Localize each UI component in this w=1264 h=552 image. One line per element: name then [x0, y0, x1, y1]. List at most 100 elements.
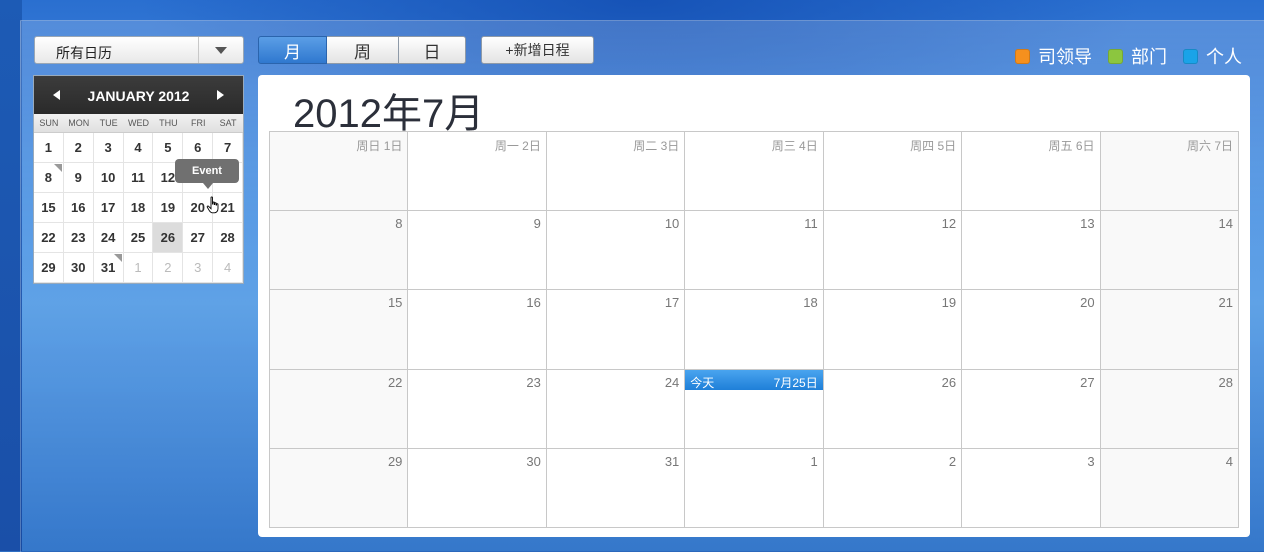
mini-calendar-day[interactable]: 2 — [63, 133, 94, 163]
month-day-cell[interactable]: 15 — [270, 290, 409, 370]
month-day-cell[interactable]: 19 — [823, 290, 963, 370]
month-day-cell[interactable]: 周三 4日 — [685, 132, 824, 212]
mini-calendar-day[interactable]: 1 — [34, 133, 64, 163]
day-number: 9 — [533, 216, 541, 232]
legend-swatch — [1108, 48, 1123, 64]
month-day-cell[interactable]: 21 — [1100, 290, 1239, 370]
month-day-cell[interactable]: 27 — [962, 369, 1101, 449]
mini-calendar-day[interactable]: 27 — [183, 223, 214, 253]
mini-calendar-day[interactable]: 25 — [123, 223, 154, 253]
month-day-cell[interactable]: 23 — [408, 369, 547, 449]
month-day-cell[interactable]: 29 — [270, 448, 409, 528]
month-day-cell[interactable]: 11 — [685, 211, 824, 291]
mini-calendar-day-number: 28 — [220, 230, 235, 245]
mini-calendar-day[interactable]: 19 — [153, 193, 184, 223]
month-day-cell[interactable]: 14 — [1100, 211, 1239, 291]
month-day-cell[interactable]: 8 — [270, 211, 409, 291]
day-number: 周一 2日 — [494, 139, 541, 153]
month-day-cell[interactable]: 周一 2日 — [408, 132, 547, 212]
mini-calendar-day[interactable]: 11 — [123, 163, 154, 193]
mini-calendar-day[interactable]: 28 — [213, 223, 243, 253]
mini-calendar-day[interactable]: 3 — [93, 133, 124, 163]
legend-item-leadership[interactable]: 司领导 — [1015, 43, 1092, 69]
mini-calendar-day-number: 7 — [223, 140, 232, 155]
mini-calendar-header: JANUARY 2012 — [34, 76, 243, 114]
event-tooltip: Event — [175, 159, 239, 189]
month-day-cell[interactable]: 13 — [962, 211, 1101, 291]
month-day-cell[interactable]: 9 — [408, 211, 547, 291]
mini-calendar-day[interactable]: 4 — [123, 133, 154, 163]
mini-calendar-day[interactable]: 4 — [213, 253, 243, 283]
view-toggle-group: 月 周 日 — [258, 36, 466, 64]
mini-calendar-day[interactable]: 9 — [63, 163, 94, 193]
mini-calendar-day[interactable]: 10 — [93, 163, 124, 193]
mini-calendar-day[interactable]: 26 — [153, 223, 184, 253]
mini-calendar-day[interactable]: 1 — [123, 253, 154, 283]
weekday-label: SAT — [219, 118, 237, 128]
add-event-button[interactable]: +新增日程 — [481, 36, 594, 64]
legend-item-personal[interactable]: 个人 — [1183, 43, 1242, 69]
mini-calendar-day[interactable]: 29 — [34, 253, 64, 283]
mini-calendar-day[interactable]: 8 — [34, 163, 64, 193]
month-day-cell[interactable]: 18 — [685, 290, 824, 370]
mini-calendar-day-number: 21 — [220, 200, 235, 215]
day-number: 13 — [1080, 216, 1095, 232]
month-day-cell[interactable]: 周四 5日 — [823, 132, 963, 212]
mini-calendar-day-number: 4 — [134, 140, 142, 155]
day-number: 30 — [526, 453, 541, 469]
month-day-cell[interactable]: 周五 6日 — [962, 132, 1101, 212]
mini-calendar-day[interactable]: 30 — [63, 253, 94, 283]
month-day-cell[interactable]: 17 — [546, 290, 686, 370]
day-number: 12 — [941, 216, 957, 232]
mini-calendar-day[interactable]: 22 — [34, 223, 64, 253]
mini-calendar-day[interactable]: 18 — [123, 193, 154, 223]
mini-calendar-day[interactable]: 31 — [93, 253, 124, 283]
month-day-cell[interactable]: 28 — [1100, 369, 1239, 449]
next-month-icon[interactable] — [217, 90, 224, 100]
mini-calendar-day[interactable]: 16 — [63, 193, 94, 223]
legend-item-department[interactable]: 部门 — [1108, 43, 1167, 69]
mini-calendar-day-number: 4 — [223, 260, 232, 275]
mini-calendar-day[interactable]: 15 — [34, 193, 64, 223]
month-day-cell[interactable]: 1 — [685, 448, 824, 528]
month-day-cell[interactable]: 16 — [408, 290, 547, 370]
calendar-legend: 司领导 部门 个人 — [999, 43, 1242, 69]
calendar-select[interactable]: 所有日历 — [34, 36, 244, 64]
mini-calendar-day[interactable]: 3 — [183, 253, 214, 283]
mini-calendar-day[interactable]: 23 — [63, 223, 94, 253]
day-number: 28 — [1218, 374, 1233, 390]
tab-month[interactable]: 月 — [258, 36, 327, 64]
tab-day[interactable]: 日 — [399, 36, 466, 64]
month-day-cell[interactable]: 22 — [270, 369, 409, 449]
month-day-cell[interactable]: 24 — [546, 369, 686, 449]
day-number: 周五 6日 — [1048, 139, 1095, 153]
month-day-cell[interactable]: 30 — [408, 448, 547, 528]
month-day-cell[interactable]: 20 — [962, 290, 1101, 370]
mini-calendar-day-number: 15 — [41, 200, 56, 215]
mini-calendar-day-number: 27 — [190, 230, 205, 245]
mini-calendar-day-number: 22 — [41, 230, 56, 245]
month-day-cell[interactable]: 周六 7日 — [1100, 132, 1239, 212]
month-day-cell[interactable]: 周二 3日 — [546, 132, 686, 212]
month-day-cell[interactable]: 周日 1日 — [270, 132, 409, 212]
month-day-cell[interactable]: 4 — [1100, 448, 1239, 528]
tab-week[interactable]: 周 — [327, 36, 399, 64]
mini-calendar-day-number: 30 — [71, 260, 86, 275]
month-day-cell[interactable]: 31 — [546, 448, 686, 528]
day-number: 周二 3日 — [633, 139, 680, 153]
mini-calendar-day[interactable]: 2 — [153, 253, 184, 283]
calendar-select-dropdown-button[interactable] — [198, 37, 243, 63]
month-day-cell[interactable]: 10 — [546, 211, 686, 291]
day-number: 20 — [1080, 295, 1095, 311]
mini-calendar-day[interactable]: 17 — [93, 193, 124, 223]
month-day-cell[interactable]: 今天 7月25日 — [685, 369, 824, 449]
month-day-cell[interactable]: 26 — [823, 369, 963, 449]
month-day-cell[interactable]: 3 — [962, 448, 1101, 528]
mini-calendar-day-number: 3 — [194, 260, 202, 275]
month-day-cell[interactable]: 2 — [823, 448, 963, 528]
day-number: 11 — [804, 216, 818, 232]
legend-label: 部门 — [1131, 47, 1167, 67]
mini-calendar-day[interactable]: 24 — [93, 223, 124, 253]
day-number: 21 — [1218, 295, 1233, 311]
month-day-cell[interactable]: 12 — [823, 211, 963, 291]
